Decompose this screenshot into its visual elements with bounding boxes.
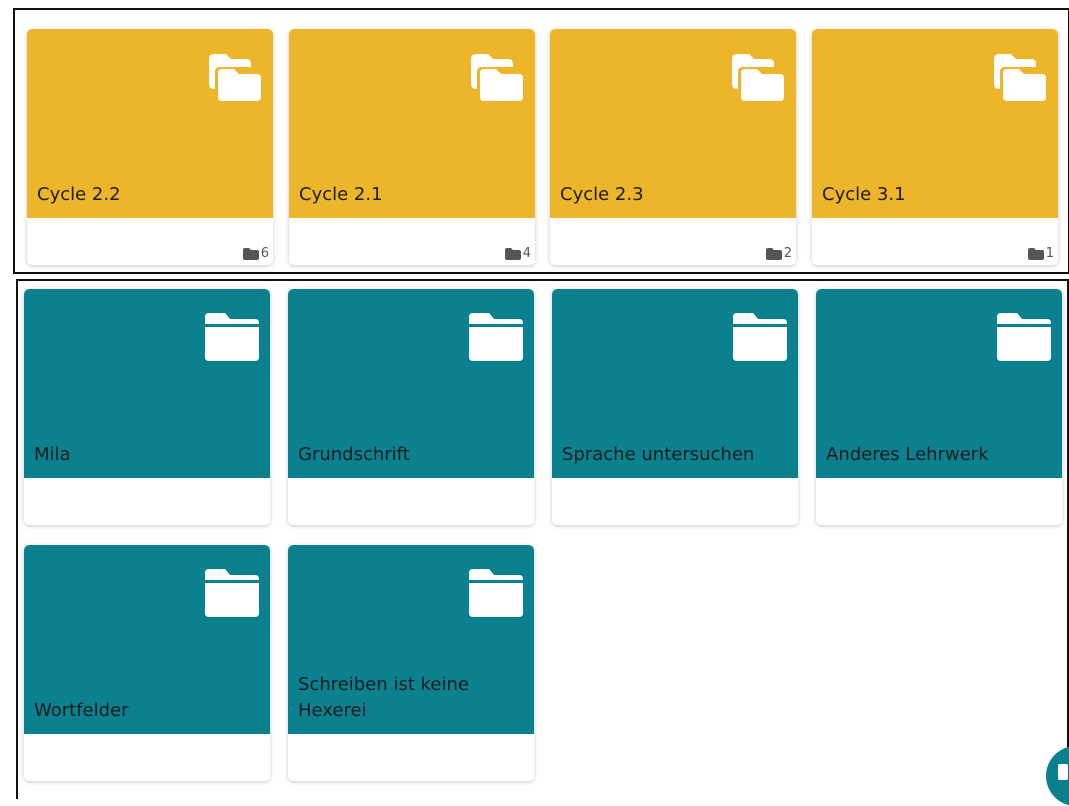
folder-icon: [469, 313, 523, 361]
collection-title: Cycle 2.2: [37, 184, 121, 205]
folder-title: Anderes Lehrwerk: [826, 444, 989, 465]
folders-icon: [471, 54, 523, 101]
folder-count-value: 2: [783, 246, 792, 261]
folder-count: 4: [504, 246, 531, 261]
folder-card[interactable]: Mila: [24, 289, 270, 525]
folders-icon: [209, 54, 261, 101]
folder-title: Sprache untersuchen: [562, 444, 755, 465]
folder-tile[interactable]: Schreiben ist keine Hexerei: [288, 545, 534, 734]
collection-title: Cycle 2.1: [299, 184, 383, 205]
card-footer: [24, 734, 270, 781]
collection-card[interactable]: Cycle 2.3 2: [550, 29, 796, 265]
folder-title: Grundschrift: [298, 444, 410, 465]
card-footer: 4: [289, 218, 535, 265]
folder-card[interactable]: Anderes Lehrwerk: [816, 289, 1062, 525]
card-footer: [288, 478, 534, 525]
folder-count-icon: [765, 247, 782, 260]
folder-title: Wortfelder: [34, 700, 129, 721]
folder-count-value: 4: [522, 246, 531, 261]
folders-icon: [994, 54, 1046, 101]
folder-count-icon: [242, 247, 259, 260]
folder-icon: [205, 313, 259, 361]
folder-title: Mila: [34, 444, 71, 465]
collection-card[interactable]: Cycle 2.2 6: [27, 29, 273, 265]
folder-tile[interactable]: Anderes Lehrwerk: [816, 289, 1062, 478]
folder-count: 1: [1027, 246, 1054, 261]
folder-card[interactable]: Wortfelder: [24, 545, 270, 781]
folder-card[interactable]: Sprache untersuchen: [552, 289, 798, 525]
folders-icon: [732, 54, 784, 101]
collection-card[interactable]: Cycle 3.1 1: [812, 29, 1058, 265]
collection-tile[interactable]: Cycle 2.1: [289, 29, 535, 218]
folder-tile[interactable]: Wortfelder: [24, 545, 270, 734]
folder-card[interactable]: Schreiben ist keine Hexerei: [288, 545, 534, 781]
card-footer: 1: [812, 218, 1058, 265]
folder-count-icon: [504, 247, 521, 260]
folder-icon: [469, 569, 523, 617]
card-footer: 6: [27, 218, 273, 265]
folder-count-value: 1: [1045, 246, 1054, 261]
folder-tile[interactable]: Sprache untersuchen: [552, 289, 798, 478]
folder-tile[interactable]: Grundschrift: [288, 289, 534, 478]
card-footer: 2: [550, 218, 796, 265]
card-footer: [24, 478, 270, 525]
card-footer: [288, 734, 534, 781]
folder-icon: [733, 313, 787, 361]
collection-tile[interactable]: Cycle 2.2: [27, 29, 273, 218]
collection-card[interactable]: Cycle 2.1 4: [289, 29, 535, 265]
collection-tile[interactable]: Cycle 2.3: [550, 29, 796, 218]
folder-count-icon: [1027, 247, 1044, 260]
fab-icon: [1058, 764, 1068, 780]
folder-tile[interactable]: Mila: [24, 289, 270, 478]
folder-icon: [205, 569, 259, 617]
folder-card[interactable]: Grundschrift: [288, 289, 534, 525]
folder-title: Schreiben ist keine Hexerei: [298, 674, 469, 721]
card-footer: [816, 478, 1062, 525]
card-footer: [552, 478, 798, 525]
folder-count: 6: [242, 246, 269, 261]
folder-count: 2: [765, 246, 792, 261]
collection-tile[interactable]: Cycle 3.1: [812, 29, 1058, 218]
folder-count-value: 6: [260, 246, 269, 261]
folder-icon: [997, 313, 1051, 361]
collection-title: Cycle 3.1: [822, 184, 906, 205]
collection-title: Cycle 2.3: [560, 184, 644, 205]
